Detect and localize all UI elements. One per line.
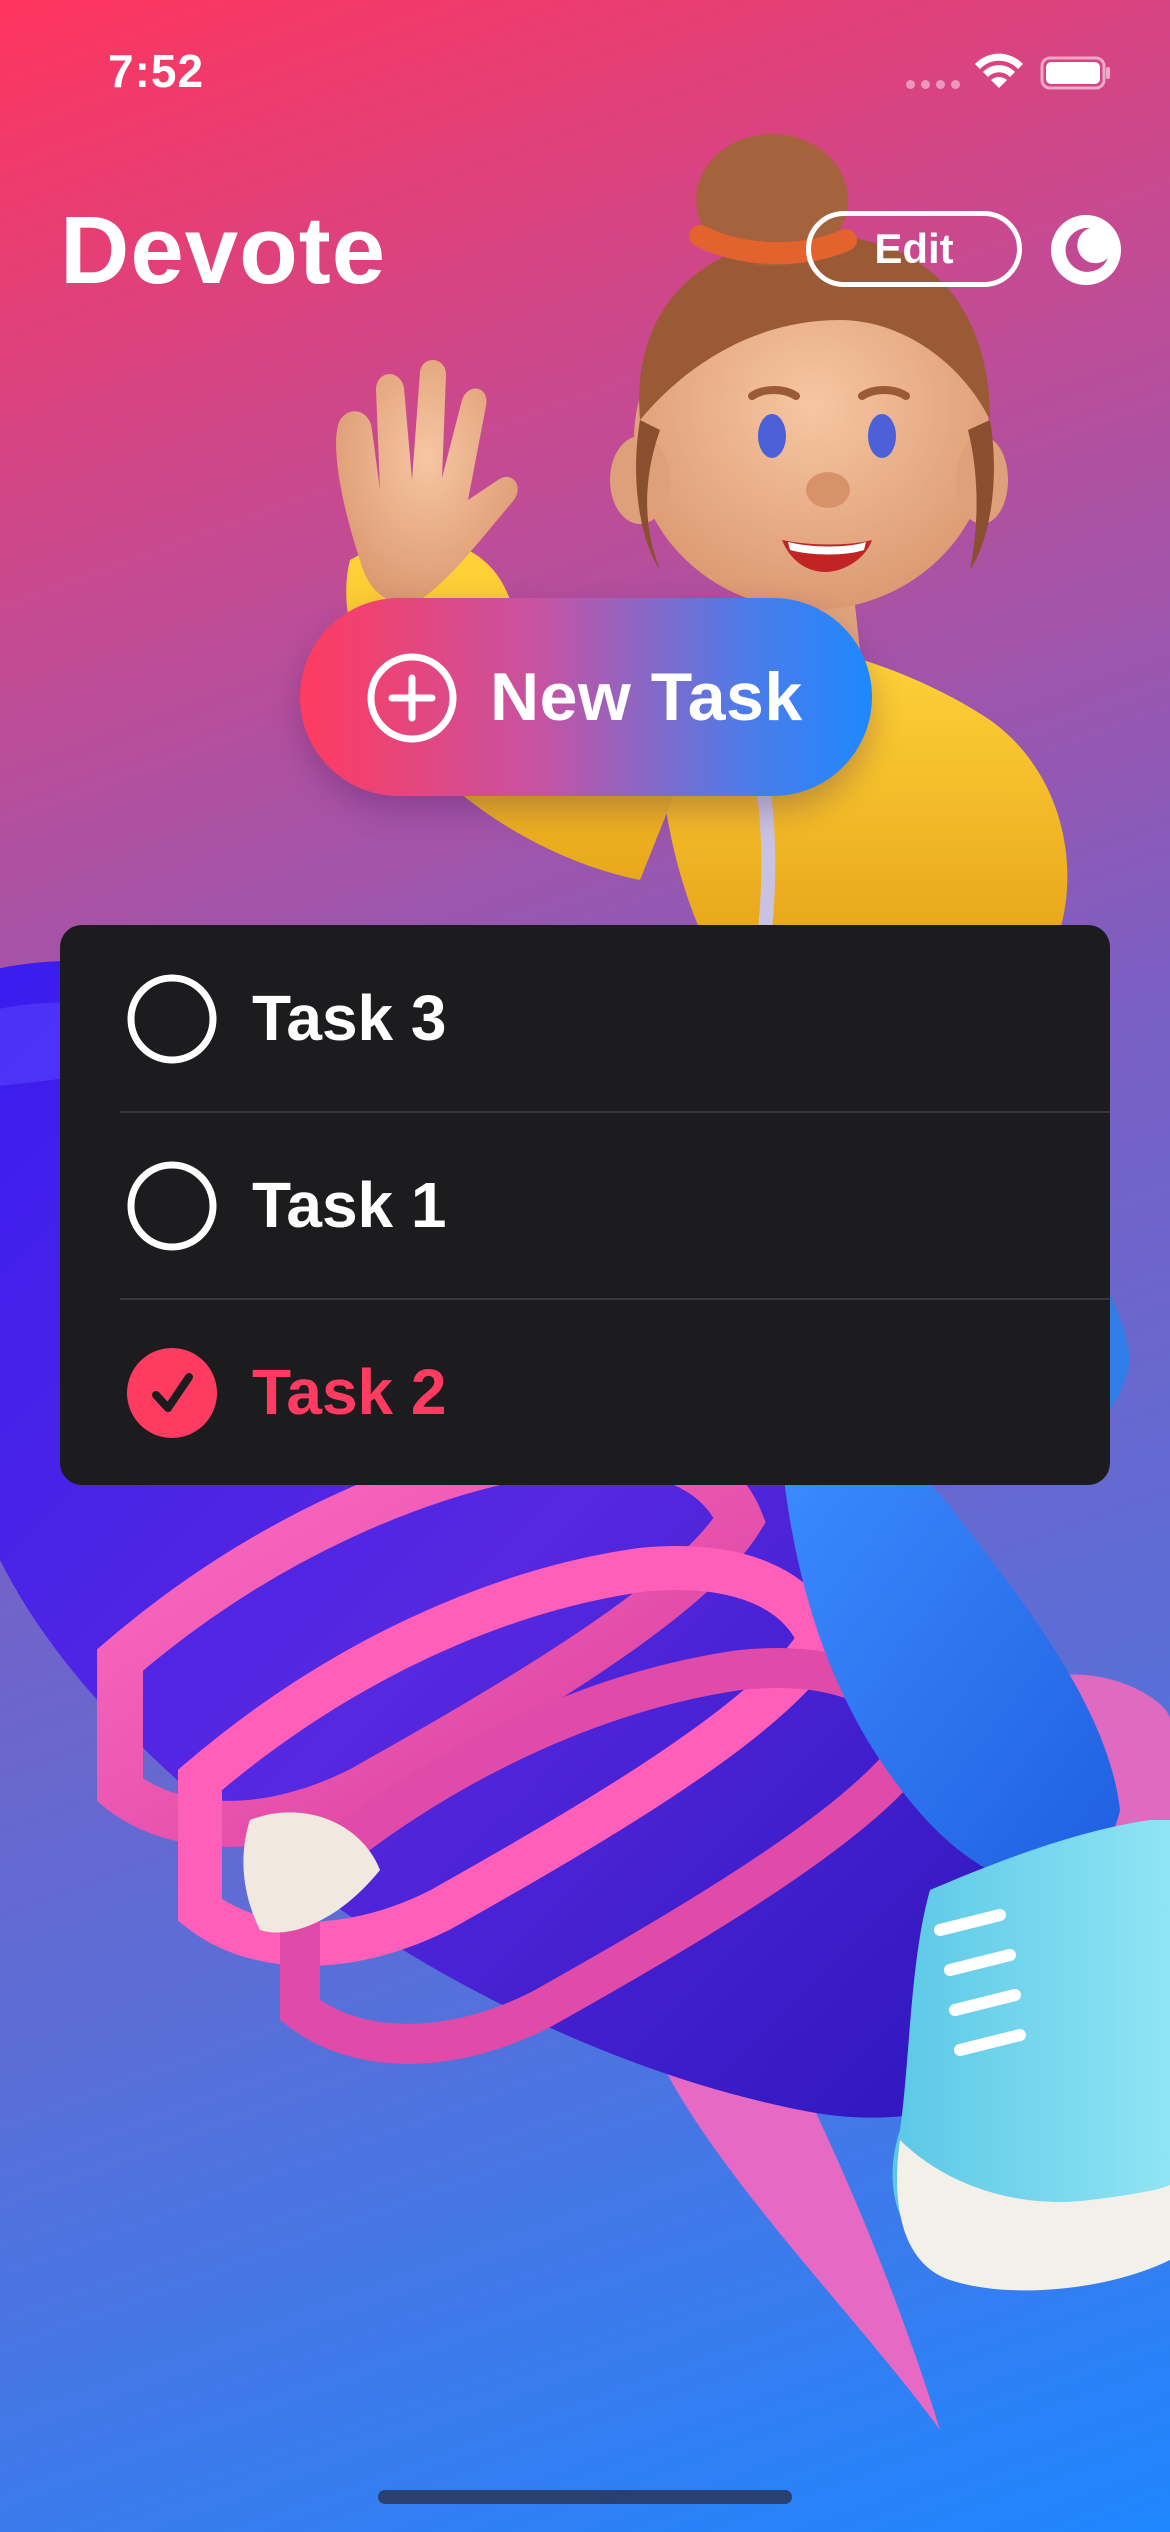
task-row[interactable]: Task 3 <box>60 925 1110 1111</box>
task-list: Task 3 Task 1 Task 2 <box>60 925 1110 1485</box>
edit-button-label: Edit <box>874 225 954 272</box>
wifi-icon <box>975 53 1023 88</box>
status-bar: 7:52 <box>0 0 1170 150</box>
task-label: Task 2 <box>252 1356 447 1428</box>
signal-dots-icon <box>906 80 960 89</box>
app-title: Devote <box>60 197 387 304</box>
home-indicator <box>378 2490 792 2504</box>
plus-circle-icon <box>367 653 457 743</box>
task-label: Task 1 <box>252 1169 447 1241</box>
battery-icon <box>1040 56 1110 90</box>
task-label: Task 3 <box>252 982 447 1054</box>
new-task-label: New Task <box>490 659 803 735</box>
moon-icon[interactable] <box>1050 214 1122 286</box>
new-task-button[interactable]: New Task <box>300 598 872 796</box>
checkmark-circle-icon[interactable] <box>126 1347 218 1439</box>
status-time: 7:52 <box>108 45 205 97</box>
unchecked-circle-icon[interactable] <box>126 973 218 1065</box>
task-row[interactable]: Task 2 <box>60 1299 1110 1485</box>
task-row[interactable]: Task 1 <box>60 1112 1110 1298</box>
edit-button[interactable]: Edit <box>806 211 1022 287</box>
unchecked-circle-icon[interactable] <box>126 1160 218 1252</box>
